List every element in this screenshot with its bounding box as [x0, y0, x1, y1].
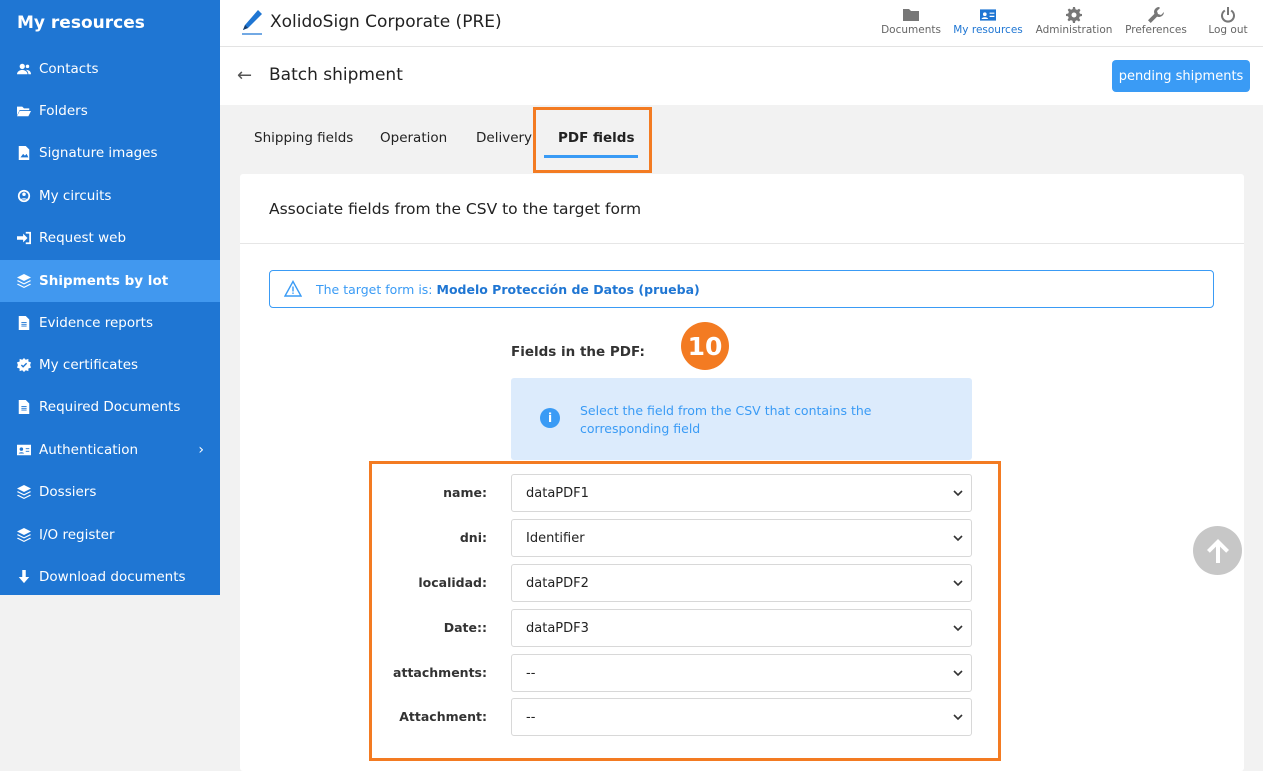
id-card-icon: [953, 6, 1023, 24]
sidebar-item-io-register[interactable]: I/O register: [0, 514, 220, 556]
sidebar-item-label: Download documents: [39, 569, 186, 585]
sidebar-item-required-documents[interactable]: Required Documents: [0, 386, 220, 428]
sidebar-item-folders[interactable]: Folders: [0, 90, 220, 132]
tab-operation[interactable]: Operation: [380, 130, 447, 146]
layers-icon: [17, 274, 31, 288]
tab-highlight-box: [533, 107, 652, 173]
topnav-documents[interactable]: Documents: [880, 6, 942, 36]
card-header: Associate fields from the CSV to the tar…: [240, 174, 1244, 244]
sidebar-item-label: Contacts: [39, 61, 99, 77]
certificate-icon: [17, 358, 31, 372]
scroll-to-top-button[interactable]: [1193, 526, 1242, 575]
gear-icon: [1034, 6, 1114, 24]
topnav-administration[interactable]: Administration: [1034, 6, 1114, 36]
image-file-icon: [17, 146, 31, 160]
alert-prefix: The target form is:: [316, 281, 437, 297]
page-header: ← Batch shipment pending shipments: [220, 47, 1263, 105]
sidebar-item-contacts[interactable]: Contacts: [0, 48, 220, 90]
topnav-my-resources[interactable]: My resources: [953, 6, 1023, 36]
tab-delivery[interactable]: Delivery: [476, 130, 532, 146]
sidebar-item-signature-images[interactable]: Signature images: [0, 132, 220, 174]
sidebar-item-label: Folders: [39, 103, 88, 119]
info-box: i Select the field from the CSV that con…: [511, 378, 972, 460]
top-bar: XolidoSign Corporate (PRE) Documents My …: [220, 0, 1263, 47]
sidebar-item-label: My circuits: [39, 188, 112, 204]
tab-shipping-fields[interactable]: Shipping fields: [254, 130, 353, 146]
sidebar-item-dossiers[interactable]: Dossiers: [0, 471, 220, 513]
arrow-up-icon: [1206, 538, 1229, 563]
target-form-name: Modelo Protección de Datos (prueba): [436, 281, 700, 297]
file-text-icon: [17, 400, 31, 414]
info-text: Select the field from the CSV that conta…: [580, 403, 872, 436]
pen-logo-icon: [242, 10, 262, 35]
sign-in-icon: [17, 231, 31, 245]
download-icon: [17, 570, 31, 584]
step-number-badge: 10: [681, 322, 729, 370]
topnav-label: Administration: [1035, 24, 1113, 36]
sidebar-item-request-web[interactable]: Request web: [0, 217, 220, 259]
sidebar-item-label: I/O register: [39, 527, 115, 543]
fields-highlight-box: [369, 461, 1001, 761]
topnav-label: Log out: [1208, 24, 1248, 36]
page-title: Batch shipment: [269, 65, 403, 85]
sidebar-item-download-documents[interactable]: Download documents: [0, 556, 220, 598]
layers-icon: [17, 485, 31, 499]
sidebar-item-authentication[interactable]: Authentication ›: [0, 429, 220, 471]
topnav-label: Documents: [881, 24, 941, 36]
sidebar-item-evidence-reports[interactable]: Evidence reports: [0, 302, 220, 344]
sidebar-item-label: Evidence reports: [39, 315, 153, 331]
wrench-icon: [1123, 6, 1189, 24]
target-form-alert: The target form is: Modelo Protección de…: [269, 270, 1214, 308]
back-arrow-icon[interactable]: ←: [237, 65, 252, 86]
sidebar-item-my-certificates[interactable]: My certificates: [0, 344, 220, 386]
sidebar-item-label: Request web: [39, 230, 127, 246]
sidebar-item-label: Signature images: [39, 145, 158, 161]
sidebar-item-label: My certificates: [39, 357, 139, 373]
contacts-icon: [17, 62, 31, 76]
file-text-icon: [17, 316, 31, 330]
topnav-log-out[interactable]: Log out: [1204, 6, 1252, 36]
id-card-icon: [17, 443, 31, 457]
pending-shipments-button[interactable]: pending shipments: [1112, 60, 1250, 92]
sidebar-item-my-circuits[interactable]: My circuits: [0, 175, 220, 217]
sidebar-item-label: Dossiers: [39, 484, 97, 500]
sidebar-item-label: Authentication: [39, 442, 139, 458]
info-icon: i: [540, 408, 560, 428]
sidebar-item-label: Shipments by lot: [39, 273, 169, 289]
circuit-icon: [17, 189, 31, 203]
chevron-right-icon: ›: [198, 442, 204, 458]
brand-title: XolidoSign Corporate (PRE): [270, 12, 502, 32]
layers-icon: [17, 528, 31, 542]
alert-text: The target form is: Modelo Protección de…: [316, 282, 700, 297]
sidebar: My resources Contacts Folders Signature …: [0, 0, 220, 595]
warning-icon: [284, 280, 302, 297]
fields-in-pdf-title: Fields in the PDF:: [511, 344, 645, 360]
sidebar-title: My resources: [17, 13, 145, 33]
folder-icon: [880, 6, 942, 24]
topnav-label: My resources: [953, 24, 1023, 36]
power-icon: [1204, 6, 1252, 24]
sidebar-item-shipments-by-lot[interactable]: Shipments by lot: [0, 260, 220, 302]
card-title: Associate fields from the CSV to the tar…: [269, 200, 642, 218]
topnav-preferences[interactable]: Preferences: [1123, 6, 1189, 36]
folder-open-icon: [17, 104, 31, 118]
sidebar-item-label: Required Documents: [39, 399, 181, 415]
topnav-label: Preferences: [1125, 24, 1187, 36]
brand[interactable]: XolidoSign Corporate (PRE): [240, 8, 502, 36]
